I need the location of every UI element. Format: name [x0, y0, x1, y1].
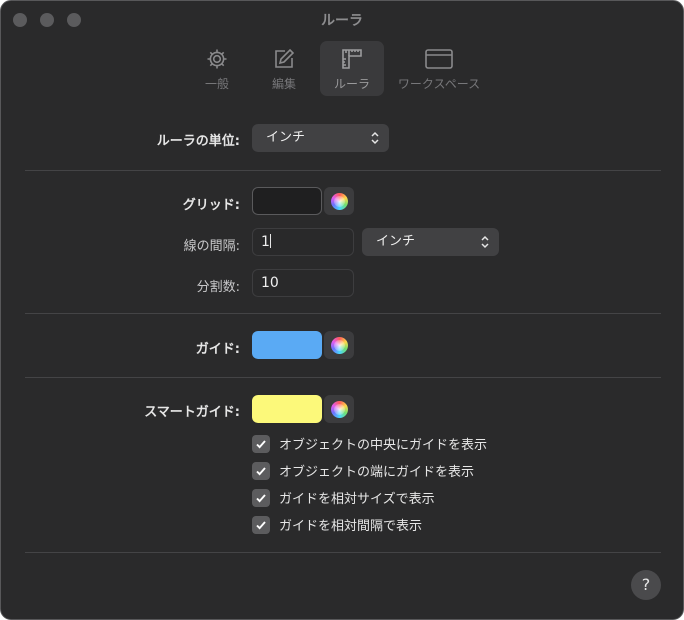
chevron-up-down-icon — [481, 235, 489, 249]
checkbox-box[interactable] — [252, 434, 270, 453]
checkbox-label: ガイドを相対サイズで表示 — [279, 492, 435, 507]
preferences-window: ルーラ 一般 編集 ルーラ ワークスペース ルーラの単位: インチ グリッド: … — [0, 0, 684, 620]
grid-subdivisions-label: 分割数: — [196, 280, 240, 295]
checkbox-box[interactable] — [252, 515, 270, 534]
smart-guides-color-picker-button[interactable] — [324, 395, 354, 423]
checkmark-icon — [256, 520, 266, 529]
tab-workspace[interactable]: ワークスペース — [387, 41, 491, 96]
checkbox-label: オブジェクトの中央にガイドを表示 — [279, 438, 488, 453]
grid-spacing-field[interactable]: 1 — [252, 228, 354, 256]
divider — [25, 170, 661, 171]
grid-color-well[interactable] — [252, 187, 322, 215]
text-cursor — [269, 234, 271, 248]
tab-edit[interactable]: 編集 — [257, 41, 311, 96]
checkbox-box[interactable] — [252, 488, 270, 507]
grid-subdivisions-field[interactable]: 10 — [252, 269, 354, 297]
grid-color-picker-button[interactable] — [324, 187, 354, 215]
tab-ruler[interactable]: ルーラ — [320, 41, 384, 96]
guides-label: ガイド: — [195, 342, 240, 357]
guides-color-well[interactable] — [252, 331, 322, 359]
show-relative-spacing-checkbox[interactable]: ガイドを相対間隔で表示 — [252, 515, 422, 534]
show-relative-size-checkbox[interactable]: ガイドを相対サイズで表示 — [252, 488, 435, 507]
ruler-units-value: インチ — [266, 130, 306, 145]
divider — [25, 313, 661, 314]
tab-label: ワークスペース — [397, 77, 481, 91]
tab-label: 編集 — [271, 77, 296, 91]
color-wheel-icon — [330, 192, 348, 210]
ruler-icon — [342, 49, 362, 69]
window-title: ルーラ — [321, 13, 363, 29]
grid-spacing-label: 線の間隔: — [183, 239, 240, 254]
help-button[interactable]: ? — [631, 570, 661, 600]
checkmark-icon — [256, 493, 266, 502]
tab-label: ルーラ — [333, 77, 370, 91]
checkbox-box[interactable] — [252, 461, 270, 480]
divider — [25, 552, 661, 553]
tab-general[interactable]: 一般 — [190, 41, 244, 96]
smart-guides-color-well[interactable] — [252, 395, 322, 423]
chevron-up-down-icon — [371, 131, 379, 145]
color-wheel-icon — [330, 336, 348, 354]
show-edge-guides-checkbox[interactable]: オブジェクトの端にガイドを表示 — [252, 461, 474, 480]
gear-icon — [207, 49, 227, 69]
checkmark-icon — [256, 466, 266, 475]
grid-spacing-unit-popup[interactable]: インチ — [362, 228, 499, 256]
grid-label: グリッド: — [182, 198, 240, 213]
edit-icon — [275, 48, 295, 68]
guides-color-picker-button[interactable] — [324, 331, 354, 359]
ruler-units-label: ルーラの単位: — [156, 134, 240, 149]
checkmark-icon — [256, 439, 266, 448]
smart-guides-label: スマートガイド: — [144, 405, 240, 420]
checkbox-label: オブジェクトの端にガイドを表示 — [279, 465, 475, 480]
checkbox-label: ガイドを相対間隔で表示 — [279, 519, 423, 534]
window-icon — [425, 49, 453, 69]
divider — [25, 377, 661, 378]
grid-spacing-unit-value: インチ — [376, 234, 416, 249]
tab-label: 一般 — [204, 77, 229, 91]
ruler-units-popup[interactable]: インチ — [252, 124, 389, 152]
grid-spacing-value: 1 — [261, 234, 270, 250]
show-center-guides-checkbox[interactable]: オブジェクトの中央にガイドを表示 — [252, 434, 487, 453]
color-wheel-icon — [330, 400, 348, 418]
grid-subdivisions-value: 10 — [261, 275, 279, 291]
